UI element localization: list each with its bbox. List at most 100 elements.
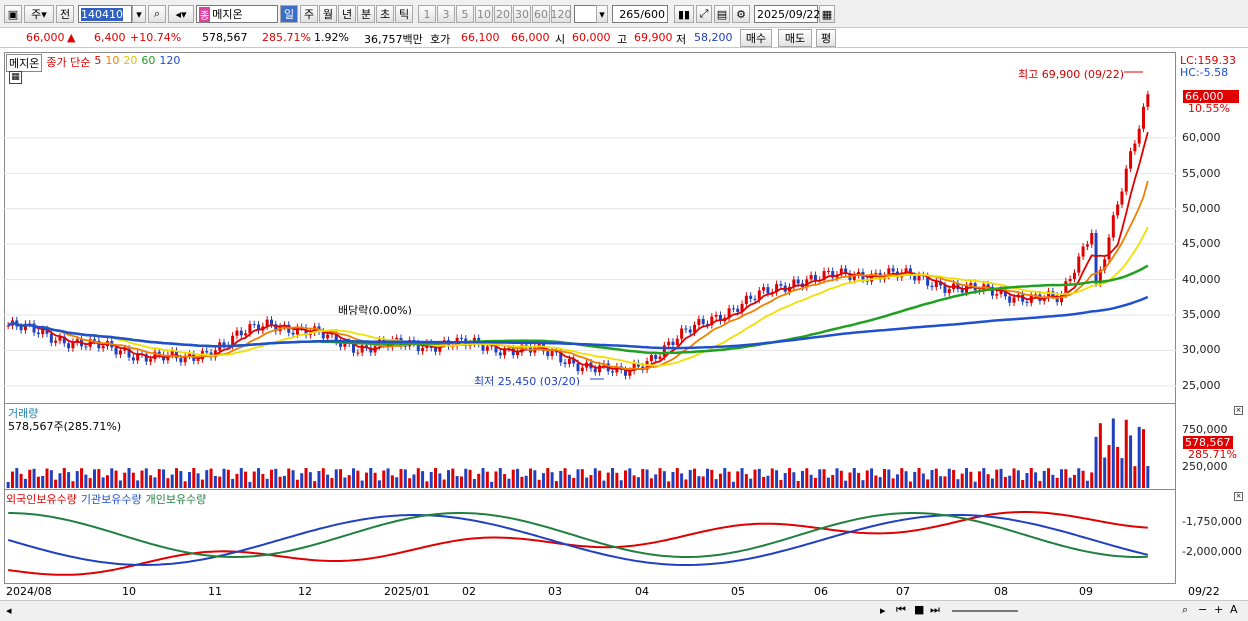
volume-bar	[226, 469, 230, 488]
candle	[244, 333, 248, 336]
scroll-left-icon[interactable]: ◂	[6, 604, 12, 617]
candle	[1133, 143, 1137, 152]
volume-bar	[239, 468, 243, 488]
candle	[222, 342, 226, 346]
volume-bar	[1111, 418, 1115, 488]
candle	[459, 337, 463, 339]
candle	[891, 268, 895, 272]
volume-bar	[321, 468, 325, 488]
volume-bar	[623, 470, 627, 488]
candle	[675, 338, 679, 345]
volume-bar	[62, 468, 66, 488]
volume-bar	[1103, 457, 1107, 488]
volume-bar	[516, 468, 520, 488]
candle	[1116, 204, 1120, 216]
volume-bar	[529, 468, 533, 488]
volume-bar	[468, 469, 472, 488]
volume-bar	[999, 468, 1003, 488]
volume-bar	[848, 472, 852, 488]
candle	[1068, 278, 1072, 282]
volume-bar	[187, 472, 191, 488]
volume-bar	[84, 474, 88, 488]
candle	[598, 365, 602, 373]
volume-bar	[636, 477, 640, 488]
scroll-right-icon[interactable]: ▸	[880, 604, 886, 617]
volume-bar	[451, 468, 455, 488]
candle	[684, 328, 688, 330]
volume-bar	[693, 468, 697, 488]
candle	[731, 308, 735, 310]
zoom-out-icon[interactable]: −	[1198, 603, 1207, 616]
candle	[917, 275, 921, 281]
volume-bar	[965, 468, 969, 488]
volume-bar	[887, 469, 891, 488]
volume-bar	[248, 481, 252, 488]
volume-bar	[313, 481, 317, 488]
volume-bar	[593, 468, 597, 488]
volume-bar	[520, 476, 524, 488]
volume-bar	[1116, 446, 1120, 488]
volume-bar	[572, 477, 576, 488]
first-page-icon[interactable]: ⏮	[896, 603, 906, 617]
volume-bar	[1042, 470, 1046, 488]
volume-bar	[822, 469, 826, 488]
candle	[131, 357, 135, 361]
volume-bar	[136, 480, 140, 488]
volume-bar	[654, 474, 658, 488]
volume-bar	[619, 480, 623, 488]
volume-bar	[1142, 429, 1146, 488]
candle	[1111, 215, 1115, 238]
zoom-slider[interactable]	[952, 610, 1018, 612]
volume-bar	[628, 468, 632, 488]
candle	[947, 289, 951, 293]
volume-bar	[697, 476, 701, 488]
volume-bar	[947, 468, 951, 488]
candle	[269, 319, 273, 325]
candle	[744, 295, 748, 304]
candle	[580, 367, 584, 372]
candle	[1124, 168, 1128, 192]
volume-bar	[118, 480, 122, 488]
stop-icon[interactable]: ■	[914, 603, 924, 616]
candle	[779, 284, 783, 286]
volume-bar	[170, 474, 174, 488]
candle	[421, 348, 425, 352]
volume-bar	[1137, 426, 1141, 488]
volume-bar	[986, 474, 990, 488]
candle	[118, 350, 122, 355]
volume-bar	[317, 470, 321, 488]
font-size-icon[interactable]: A	[1230, 603, 1238, 616]
volume-bar	[727, 471, 731, 488]
volume-bar	[278, 476, 282, 488]
zoom-in-icon[interactable]: +	[1214, 603, 1223, 616]
candle	[680, 328, 684, 339]
volume-bar	[718, 473, 722, 488]
volume-bar	[1081, 470, 1085, 488]
volume-bar	[395, 477, 399, 488]
ma-line-120	[7, 295, 1149, 350]
volume-bar	[131, 472, 135, 488]
volume-bar	[645, 469, 649, 488]
volume-bar	[900, 468, 904, 488]
candle	[1137, 128, 1141, 144]
candle	[766, 287, 770, 294]
last-page-icon[interactable]: ⏭	[930, 603, 940, 617]
volume-bar	[425, 481, 429, 488]
volume-bar	[800, 470, 804, 488]
volume-bar	[1008, 475, 1012, 488]
volume-bar	[416, 468, 420, 488]
volume-bar	[559, 470, 563, 488]
candle	[563, 362, 567, 365]
volume-bar	[408, 478, 412, 488]
volume-bar	[1124, 419, 1128, 488]
volume-bar	[831, 475, 835, 488]
scroll-bar[interactable]: ◂ ▸ ⏮ ■ ⏭ ⌕ − + A	[0, 600, 1248, 621]
volume-bar	[382, 470, 386, 488]
candle	[567, 358, 571, 365]
volume-bar	[434, 468, 438, 488]
volume-bar	[403, 469, 407, 488]
volume-bar	[852, 468, 856, 488]
volume-bar	[343, 477, 347, 488]
volume-bar	[67, 472, 71, 488]
zoom-search-icon[interactable]: ⌕	[1182, 603, 1188, 617]
